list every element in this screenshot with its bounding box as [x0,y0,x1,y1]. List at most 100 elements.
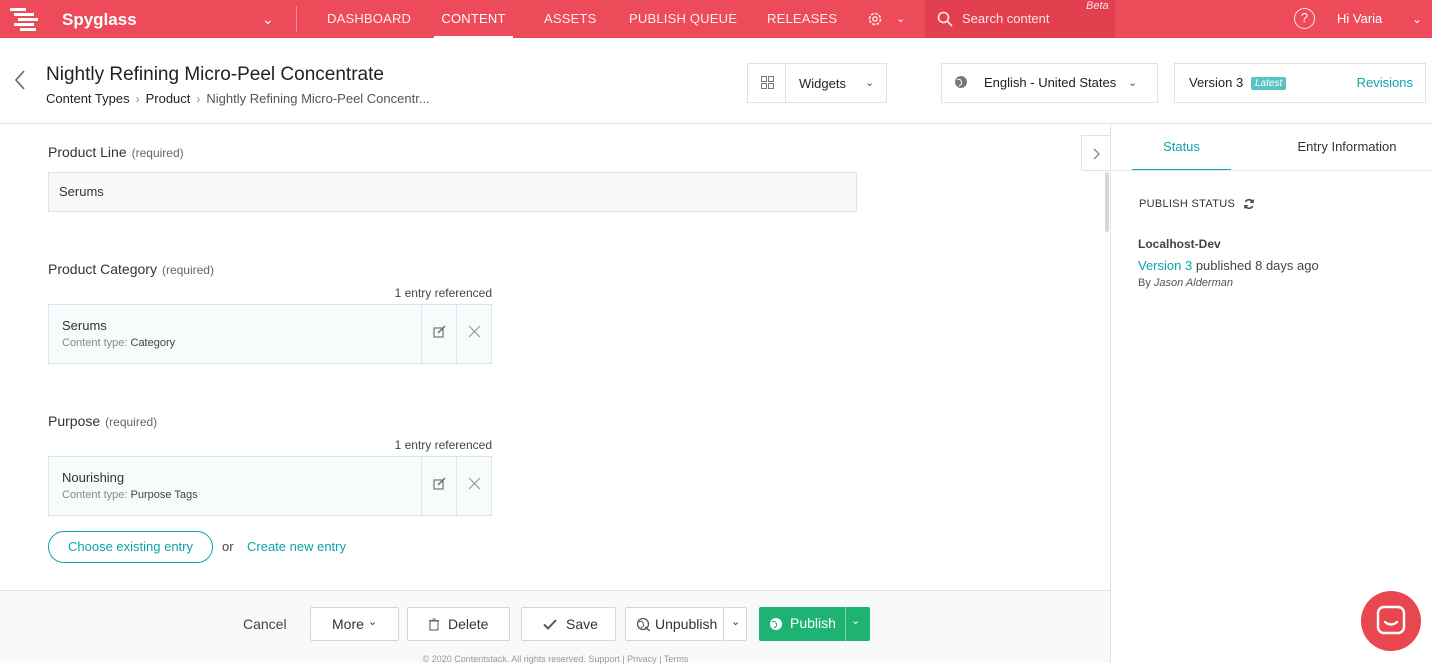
revisions-link[interactable]: Revisions [1357,75,1413,90]
widgets-dropdown[interactable]: Widgets ⌄ [747,63,887,103]
entry-title: Nightly Refining Micro-Peel Concentrate [46,64,384,85]
widgets-grid-icon-cell [748,64,786,102]
published-version-link[interactable]: Version 3 [1138,258,1192,273]
contentstack-logo-icon[interactable] [10,6,38,32]
divider [296,6,297,32]
reference-count: 1 entry referenced [394,438,492,452]
breadcrumb-product[interactable]: Product [146,91,191,106]
locale-label: English - United States [984,75,1117,90]
publish-info: Version 3 published 8 days ago [1138,258,1319,273]
create-new-entry-link[interactable]: Create new entry [247,539,346,554]
entry-form: Product Line (required) Serums Product Ca… [0,124,1111,590]
refresh-icon[interactable] [1243,198,1255,210]
widgets-grid-icon [761,76,774,89]
trash-icon [429,618,439,631]
reference-content-type: Content type: Category [62,337,176,349]
required-indicator: (required) [161,263,214,277]
chevron-down-icon: ⌄ [731,616,741,628]
nav-assets[interactable]: ASSETS [544,0,597,38]
remove-reference-button[interactable] [456,457,492,515]
version-label: Version 3 [1189,75,1244,90]
reference-card[interactable]: Serums Content type: Category [48,304,492,364]
choose-existing-entry-button[interactable]: Choose existing entry [48,531,213,563]
top-bar: Spyglass ⌄ DASHBOARD CONTENT ASSETS PUBL… [0,0,1432,38]
unpublish-globe-icon [636,617,651,632]
close-icon [468,477,481,490]
published-by: By Jason Alderman [1138,277,1233,289]
product-category-label: Product Category (required) [48,261,214,277]
save-label: Save [566,616,598,632]
tab-status[interactable]: Status [1132,124,1231,171]
publish-button[interactable]: Publish ⌄ [759,607,870,641]
save-button[interactable]: Save [521,607,616,641]
user-greeting[interactable]: Hi Varia [1337,11,1382,26]
unpublish-options-button[interactable]: ⌄ [723,607,747,641]
unpublish-label: Unpublish [655,616,718,632]
edit-icon [433,477,446,490]
scrollbar-thumb[interactable] [1105,172,1109,232]
delete-label: Delete [448,616,489,632]
latest-badge: Latest [1251,77,1287,90]
search-placeholder: Search content [962,11,1050,26]
stack-chevron-down-icon[interactable]: ⌄ [262,11,274,28]
tabs-divider [1111,170,1432,171]
publish-label: Publish [790,615,836,631]
stack-name[interactable]: Spyglass [62,10,137,30]
reference-title: Nourishing [62,470,125,485]
more-button[interactable]: More ⌄ [310,607,399,641]
settings-gear-icon[interactable] [866,10,884,28]
search-icon [937,11,953,27]
entry-header: Nightly Refining Micro-Peel Concentrate … [0,38,1432,124]
widgets-label: Widgets [799,76,846,91]
globe-icon [770,618,782,630]
breadcrumb-current: Nightly Refining Micro-Peel Concentr... [206,91,430,106]
nav-releases[interactable]: RELEASES [767,0,837,38]
chat-icon [1376,605,1406,635]
publish-options-chevron-icon[interactable]: ⌄ [851,614,860,627]
publish-status-heading: PUBLISH STATUS [1139,198,1236,210]
environment-name: Localhost-Dev [1138,237,1221,251]
edit-reference-button[interactable] [421,457,457,515]
published-time: published 8 days ago [1195,258,1319,273]
chat-launcher-button[interactable] [1361,591,1421,651]
reference-title: Serums [62,318,107,333]
close-icon [468,325,481,338]
divider [845,607,846,641]
chevron-down-icon: ⌄ [368,616,378,628]
nav-publish-queue[interactable]: PUBLISH QUEUE [629,0,737,38]
back-arrow-icon[interactable] [13,68,27,92]
user-chevron-down-icon[interactable]: ⌄ [1412,12,1422,26]
more-label: More [332,616,364,632]
entry-sidebar: Status Entry Information PUBLISH STATUS … [1111,124,1432,663]
reference-count: 1 entry referenced [394,286,492,300]
breadcrumb-chevron-icon: › [135,92,140,106]
nav-content[interactable]: CONTENT [434,0,513,38]
reference-card[interactable]: Nourishing Content type: Purpose Tags [48,456,492,516]
or-separator: or [222,539,234,554]
required-indicator: (required) [131,146,184,160]
version-selector[interactable]: Version 3 Latest Revisions [1174,63,1426,103]
help-icon[interactable]: ? [1294,8,1315,29]
expand-panel-button[interactable] [1081,135,1110,171]
edit-icon [433,325,446,338]
globe-icon [955,76,967,88]
product-line-label: Product Line (required) [48,144,184,160]
publisher-name: Jason Alderman [1153,277,1233,289]
edit-reference-button[interactable] [421,305,457,363]
checkmark-icon [543,619,557,630]
unpublish-button[interactable]: Unpublish [625,607,724,641]
breadcrumb-content-types[interactable]: Content Types [46,91,130,106]
locale-dropdown[interactable]: English - United States ⌄ [941,63,1158,103]
nav-dashboard[interactable]: DASHBOARD [327,0,411,38]
chevron-down-icon: ⌄ [1128,77,1138,89]
chevron-right-icon [1093,148,1100,160]
breadcrumb-chevron-icon: › [196,92,201,106]
reference-content-type: Content type: Purpose Tags [62,489,198,501]
remove-reference-button[interactable] [456,305,492,363]
tab-entry-information[interactable]: Entry Information [1281,124,1413,171]
delete-button[interactable]: Delete [407,607,510,641]
cancel-button[interactable]: Cancel [243,616,287,632]
product-line-input[interactable]: Serums [48,172,857,212]
breadcrumb: Content Types › Product › Nightly Refining M… [46,91,430,106]
settings-chevron-down-icon[interactable]: ⌄ [896,12,905,25]
